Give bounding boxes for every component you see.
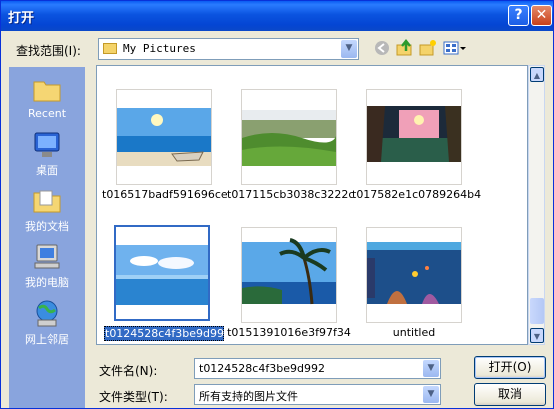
back-icon[interactable] [373,39,391,57]
place-my-computer[interactable]: 我的电脑 [9,243,85,290]
filetype-label: 文件类型(T): [99,390,168,404]
file-name[interactable]: t0151391016e3f97f34 [227,326,351,339]
place-my-documents[interactable]: 我的文档 [9,187,85,234]
new-folder-icon[interactable] [419,39,437,57]
recent-folder-icon [33,81,61,102]
file-thumbnail-selected[interactable] [114,225,210,321]
lookin-value: My Pictures [123,42,196,55]
file-thumbnail[interactable] [366,227,462,323]
chevron-down-icon[interactable]: ▼ [423,386,439,403]
close-button[interactable]: ✕ [531,5,552,26]
file-list-scrollbar[interactable]: ▲ ▼ [528,65,545,345]
filename-value: t0124528c4f3be9d992 [199,362,325,375]
filetype-dropdown[interactable]: 所有支持的图片文件 ▼ [194,384,441,405]
file-name[interactable]: t017582e1c0789264b4 [352,188,481,201]
ocean-image-thumbnail [116,245,208,305]
folder-icon [103,43,117,54]
filename-field[interactable]: t0124528c4f3be9d992 ▼ [194,358,441,379]
open-dialog: 打开 ? ✕ 查找范围(I): My Pictures ▼ Recent 桌面 … [0,0,554,409]
up-folder-icon[interactable] [396,38,414,57]
place-recent[interactable]: Recent [9,76,85,120]
lookin-dropdown[interactable]: My Pictures ▼ [98,38,359,60]
my-computer-icon [34,244,60,269]
place-label: 我的电脑 [25,276,69,289]
underwater-image-thumbnail [367,242,461,304]
file-thumbnail[interactable] [366,89,462,185]
title-bar[interactable]: 打开 ? ✕ [1,1,553,31]
fantasy-image-thumbnail [367,106,461,162]
scroll-up-icon[interactable]: ▲ [530,67,544,82]
cancel-button[interactable]: 取消 [474,383,546,406]
place-label: 桌面 [36,164,58,177]
scroll-thumb[interactable] [530,298,544,324]
desktop-icon [34,132,60,157]
hills-image-thumbnail [242,110,336,166]
file-name[interactable]: t016517badf591696ce [102,188,228,201]
place-label: 我的文档 [25,220,69,233]
file-name[interactable]: untitled [352,326,476,339]
dialog-title: 打开 [8,11,35,26]
scroll-down-icon[interactable]: ▼ [530,328,544,343]
filetype-value: 所有支持的图片文件 [199,390,298,403]
place-label: 网上邻居 [25,333,69,346]
beach-image-thumbnail [117,108,211,166]
file-thumbnail[interactable] [241,89,337,185]
place-desktop[interactable]: 桌面 [9,131,85,178]
file-thumbnail[interactable] [116,89,212,185]
file-name[interactable]: t017115cb3038c3222c [227,188,354,201]
file-name-selected[interactable]: t0124528c4f3be9d992 [104,326,231,341]
place-label: Recent [27,107,67,120]
help-button[interactable]: ? [508,5,529,26]
chevron-down-icon[interactable]: ▼ [341,40,357,58]
palm-image-thumbnail [242,238,336,305]
file-thumbnail[interactable] [241,227,337,323]
places-bar: Recent 桌面 我的文档 我的电脑 网上邻居 [9,67,85,408]
view-menu-icon[interactable] [443,39,467,57]
chevron-down-icon[interactable]: ▼ [423,360,439,377]
lookin-label: 查找范围(I): [16,44,81,58]
my-documents-icon [33,190,61,213]
place-network[interactable]: 网上邻居 [9,300,85,347]
network-places-icon [36,300,58,327]
open-button[interactable]: 打开(O) [474,356,546,379]
filename-label: 文件名(N): [99,364,158,378]
